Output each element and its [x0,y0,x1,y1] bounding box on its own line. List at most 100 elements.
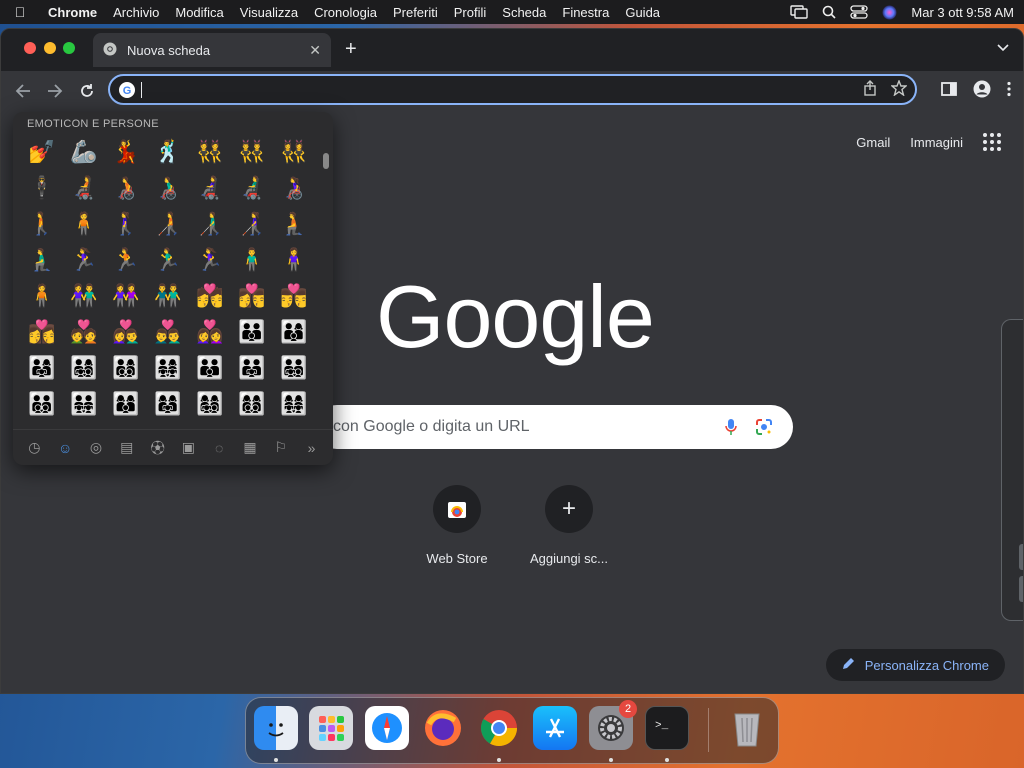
emoji-item[interactable]: 👨‍❤️‍💋‍👨 [273,278,315,314]
menu-archivio[interactable]: Archivio [105,5,167,20]
ball-icon[interactable]: ⚽︎ [145,438,171,458]
emoji-item[interactable]: 🧑‍🦼 [63,170,105,206]
screen-mirroring-icon[interactable] [790,5,809,19]
gmail-link[interactable]: Gmail [856,135,890,150]
finder-icon[interactable] [254,706,298,750]
profile-icon[interactable] [973,80,991,103]
emoji-item[interactable]: 👨‍👨‍👧‍👧 [63,386,105,422]
reload-icon[interactable] [75,79,99,103]
emoji-item[interactable]: 👨‍❤️‍👨 [147,314,189,350]
more-chevron-icon[interactable]: » [299,440,325,456]
emoji-item[interactable]: 👫 [63,278,105,314]
emoji-item[interactable]: 👭 [105,278,147,314]
emoji-item[interactable]: 💅 [21,134,63,170]
emoji-item[interactable]: 🕺 [147,134,189,170]
menu-app-name[interactable]: Chrome [40,5,105,20]
emoji-item[interactable]: 🧑‍🦽 [105,170,147,206]
menubar-datetime[interactable]: Mar 3 ott 9:58 AM [911,5,1014,20]
emoji-item[interactable]: 👨‍👨‍👦 [189,350,231,386]
shortcut-add[interactable]: + Aggiungi sc... [519,485,619,566]
google-apps-icon[interactable] [983,133,1001,151]
emoji-item[interactable]: 🏃‍♀️ [189,242,231,278]
siri-icon[interactable] [882,5,897,20]
emoji-item[interactable]: 👨‍👨‍👧‍👦 [273,350,315,386]
emoji-item[interactable]: 👨‍🦼 [231,170,273,206]
emoji-item[interactable]: 👨‍🦯 [189,206,231,242]
customize-chrome-button[interactable]: Personalizza Chrome [825,649,1005,681]
menu-preferiti[interactable]: Preferiti [385,5,446,20]
animal-icon[interactable]: ◎ [83,439,109,456]
menu-cronologia[interactable]: Cronologia [306,5,385,20]
emoji-item[interactable]: 🦾 [63,134,105,170]
emoji-item[interactable]: 👨‍👩‍👧 [21,350,63,386]
emoji-item[interactable]: 👨‍👩‍👧‍👦 [63,350,105,386]
food-icon[interactable]: ▤ [114,439,140,456]
ntp-search-box[interactable]: con Google o digita un URL [315,405,793,449]
car-icon[interactable]: ▣ [175,439,201,456]
emoji-item[interactable]: 💏 [189,278,231,314]
emoji-item[interactable]: 🧑‍🦯 [147,206,189,242]
flag-icon[interactable]: ⚐ [268,439,294,456]
smiley-icon[interactable]: ☺ [52,440,78,456]
emoji-item[interactable]: 👩‍👩‍👧‍👧 [273,386,315,422]
emoji-item[interactable]: 🚶 [21,206,63,242]
emoji-item[interactable]: 👨‍👩‍👦 [273,314,315,350]
tab-search-chevron-icon[interactable] [997,41,1009,55]
emoji-item[interactable]: 🧎‍♂️ [21,242,63,278]
emoji-item[interactable]: 🏃‍♂️ [147,242,189,278]
menu-finestra[interactable]: Finestra [554,5,617,20]
forward-arrow-icon[interactable] [43,79,67,103]
recent-clock-icon[interactable]: ◷ [21,439,47,456]
emoji-item[interactable]: 👯 [189,134,231,170]
lightbulb-icon[interactable]: ◌ [206,440,232,456]
emoji-item[interactable]: 💑 [63,314,105,350]
minimize-window-button[interactable] [44,42,56,54]
emoji-item[interactable]: 🏃 [105,242,147,278]
zoom-window-button[interactable] [63,42,75,54]
apple-menu-icon[interactable]:  [0,4,40,20]
emoji-item[interactable]: 👬 [147,278,189,314]
menu-scheda[interactable]: Scheda [494,5,554,20]
shortcut-web-store[interactable]: Web Store [407,485,507,566]
emoji-item[interactable]: 👨‍👨‍👦‍👦 [21,386,63,422]
emoji-item[interactable]: 🕴 [21,170,63,206]
emoji-item[interactable]: 👩‍🦯 [231,206,273,242]
emoji-item[interactable]: 👨‍🦽 [147,170,189,206]
trash-icon[interactable] [725,706,769,750]
app-store-icon[interactable] [533,706,577,750]
menu-visualizza[interactable]: Visualizza [232,5,306,20]
launchpad-icon[interactable] [309,706,353,750]
menu-modifica[interactable]: Modifica [167,5,231,20]
emoji-item[interactable]: 👩‍❤️‍👨 [105,314,147,350]
emoji-item[interactable]: 👩‍👩‍👦‍👦 [231,386,273,422]
bookmark-star-icon[interactable] [890,79,908,101]
emoji-item[interactable]: 🧎 [273,206,315,242]
emoji-item[interactable]: 👩‍❤️‍💋‍👩 [21,314,63,350]
control-center-icon[interactable] [850,5,869,19]
side-panel-icon[interactable] [941,82,957,101]
tab-close-icon[interactable]: ✕ [309,42,321,59]
emoji-scrollbar[interactable] [323,153,329,169]
firefox-icon[interactable] [421,706,465,750]
spotlight-search-icon[interactable] [822,5,836,19]
images-link[interactable]: Immagini [910,135,963,150]
chrome-icon[interactable] [477,706,521,750]
emoji-item[interactable]: 👩‍👩‍👧‍👦 [189,386,231,422]
panel-handle[interactable] [1019,544,1023,570]
close-window-button[interactable] [24,42,36,54]
emoji-item[interactable]: 👩‍👩‍👧 [147,386,189,422]
emoji-item[interactable]: 🧍‍♀️ [273,242,315,278]
emoji-item[interactable]: 🧍‍♂️ [231,242,273,278]
system-settings-icon[interactable]: 2 [589,700,637,750]
emoji-item[interactable]: 👨‍👩‍👦‍👦 [105,350,147,386]
symbols-icon[interactable]: ▦ [237,439,263,456]
terminal-icon[interactable]: >_ [645,706,689,750]
emoji-item[interactable]: 🧍 [63,206,105,242]
voice-search-mic-icon[interactable] [725,418,737,441]
menu-profili[interactable]: Profili [446,5,495,20]
emoji-item[interactable]: 👪 [231,314,273,350]
emoji-item[interactable]: 👩‍🦽 [273,170,315,206]
new-tab-plus-icon[interactable]: + [345,38,357,61]
emoji-item[interactable]: 👩‍🦼 [189,170,231,206]
google-lens-icon[interactable] [755,418,773,441]
